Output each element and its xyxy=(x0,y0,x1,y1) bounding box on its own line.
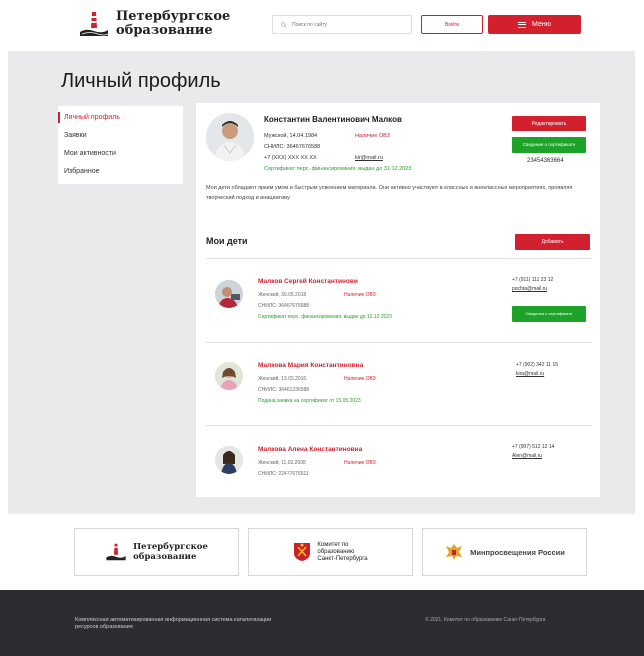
sidebar-item-favorites[interactable]: Избранное xyxy=(58,167,183,185)
page-title: Личный профиль xyxy=(61,70,221,92)
partner-name: Минпросвещения России xyxy=(470,547,565,557)
burger-menu-icon xyxy=(518,21,527,28)
sidebar-item-activities[interactable]: Мои активности xyxy=(58,149,183,167)
search-box[interactable] xyxy=(272,15,412,34)
child-snils: СНИЛС: 36461236588 xyxy=(258,387,310,393)
child-ovz: Наличие ОВЗ xyxy=(344,292,376,298)
child-photo-icon xyxy=(215,446,243,474)
search-icon xyxy=(281,21,287,28)
sidebar-item-applications[interactable]: Заявки xyxy=(58,131,183,149)
partner-name-line: образованию xyxy=(317,548,355,555)
child-gender-dob: Женский, 11.02.2008 xyxy=(258,460,306,466)
child-status: Сертификат перс. финансирования: выдан д… xyxy=(258,314,392,320)
child-avatar xyxy=(215,362,243,390)
profile-email-link[interactable]: kir@mail.ru xyxy=(355,155,383,161)
certificate-info-button[interactable]: Сведения о сертификате xyxy=(512,137,586,153)
child-email-link[interactable]: pochta@mail.ru xyxy=(512,286,547,292)
child-avatar xyxy=(215,446,243,474)
user-photo-icon xyxy=(206,113,254,161)
add-child-button[interactable]: Добавить xyxy=(515,234,590,250)
avatar xyxy=(206,113,254,161)
divider xyxy=(206,258,592,259)
child-name[interactable]: Малкова Алена Константиновна xyxy=(258,446,362,453)
city-emblem-icon xyxy=(294,543,311,561)
profile-phone: +7 (XXX) XXX XX XX xyxy=(264,155,317,161)
russian-eagle-emblem-icon xyxy=(446,544,463,560)
profile-name: Константин Валентинович Малков xyxy=(264,115,402,124)
profile-ovz: Наличие ОВЗ xyxy=(355,133,390,139)
child-snils: СНИЛС: 36467676588 xyxy=(258,303,310,309)
child-phone: +7 (907) 512 12 14 xyxy=(512,444,555,450)
site-header: Петербургское образование Войти Меню xyxy=(0,0,644,45)
child-status: Подана заявка на сертификат от 15.05.202… xyxy=(258,398,361,404)
sidebar-item-profile[interactable]: Личный профиль xyxy=(58,112,183,131)
lighthouse-logo-icon xyxy=(106,543,126,561)
child-avatar xyxy=(215,280,243,308)
partner-name-line: Петербургское xyxy=(133,542,208,552)
certificate-number: 23454363664 xyxy=(527,158,564,164)
child-ovz: Наличие ОВЗ xyxy=(344,460,376,466)
children-section-title: Мои дети xyxy=(206,236,248,246)
child-phone: +7 (902) 342 11 15 xyxy=(516,362,559,368)
child-photo-icon xyxy=(215,280,243,308)
profile-gender-dob: Мужской, 14.04.1984 xyxy=(264,133,318,139)
child-gender-dob: Женский, 13.03.2016 xyxy=(258,376,307,382)
child-gender-dob: Женский, 30.05.2018 xyxy=(258,292,307,298)
site-logo[interactable]: Петербургское образование xyxy=(78,10,230,38)
login-button[interactable]: Войти xyxy=(421,15,483,34)
menu-button-label: Меню xyxy=(532,21,551,28)
child-certificate-button[interactable]: Сведения о сертификате xyxy=(512,306,586,322)
partner-minprosvescheniya[interactable]: Минпросвещения России xyxy=(422,528,587,576)
partner-name-line: Комитет по xyxy=(317,541,349,548)
logo-line1: Петербургское xyxy=(116,9,231,24)
partner-peterburg-education[interactable]: Петербургское образование xyxy=(74,528,239,576)
child-email-link[interactable]: Alen@mail.ru xyxy=(512,453,542,459)
menu-button[interactable]: Меню xyxy=(488,15,581,34)
partner-education-committee[interactable]: Комитет по образованию Санкт-Петербурга xyxy=(248,528,413,576)
lighthouse-logo-icon xyxy=(80,12,109,36)
child-snils: СНИЛС: 22477676511 xyxy=(258,471,309,477)
profile-snils: СНИЛС: 36467676588 xyxy=(264,144,321,150)
child-name[interactable]: Малков Сергей Константинови xyxy=(258,278,358,285)
child-email-link[interactable]: kira@mail.ru xyxy=(516,371,544,377)
child-ovz: Наличие ОВЗ xyxy=(344,376,376,382)
child-name[interactable]: Малкова Мария Константиновна xyxy=(258,362,363,369)
footer-copyright: © 2021. Комитет по образованию Санкт-Пет… xyxy=(425,617,546,623)
profile-about: Мои дети обладают ярким умом и быстрым у… xyxy=(206,185,573,201)
edit-profile-button[interactable]: Редактировать xyxy=(512,116,586,131)
divider xyxy=(206,425,592,426)
partner-name-line: образование xyxy=(133,552,197,562)
logo-line2: образование xyxy=(116,23,213,38)
child-photo-icon xyxy=(215,362,243,390)
divider xyxy=(206,342,592,343)
footer-description: Комплексная автоматизированная информаци… xyxy=(75,617,272,630)
profile-sidebar: Личный профиль Заявки Мои активности Изб… xyxy=(58,106,183,184)
profile-certificate: Сертификат перс. финансирования: выдан д… xyxy=(264,166,412,172)
search-input[interactable] xyxy=(292,21,402,28)
child-phone: +7 (911) 111 23 12 xyxy=(512,277,554,283)
partner-name-line: Санкт-Петербурга xyxy=(317,555,368,562)
